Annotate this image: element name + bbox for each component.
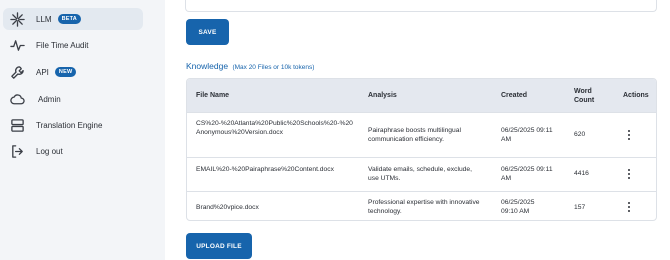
- word-count-cell: 620: [574, 131, 586, 138]
- created-cell: 06/25/2025 09:10 AM: [501, 199, 535, 215]
- beta-badge: BETA: [57, 14, 81, 24]
- created-cell: 06/25/2025 09:11 AM: [501, 127, 553, 143]
- sidebar-item-log-out[interactable]: Log out: [3, 140, 143, 162]
- column-header-created: Created: [501, 92, 528, 99]
- word-count-cell: 157: [574, 204, 586, 211]
- created-cell: 06/25/2025 09:11 AM: [501, 166, 553, 182]
- prompt-text-area[interactable]: [185, 0, 657, 12]
- sidebar-item-label: File Time Audit: [36, 40, 89, 50]
- server-icon: [9, 117, 25, 133]
- knowledge-files-table: File Name Analysis Created Word Count Ac…: [186, 78, 657, 221]
- row-actions-menu-icon[interactable]: [624, 167, 634, 181]
- sidebar-item-label: LLM: [36, 14, 52, 24]
- sidebar-item-llm[interactable]: LLM BETA: [3, 8, 143, 30]
- word-count-cell: 4416: [574, 170, 589, 177]
- sidebar-item-api[interactable]: API NEW: [3, 61, 143, 83]
- column-header-actions: Actions: [623, 92, 649, 99]
- sidebar: LLM BETA File Time Audit API NEW Admin T…: [0, 0, 165, 260]
- sidebar-item-translation-engine[interactable]: Translation Engine: [3, 114, 143, 136]
- sidebar-item-file-time-audit[interactable]: File Time Audit: [3, 34, 143, 56]
- new-badge: NEW: [54, 67, 77, 77]
- wrench-icon: [9, 64, 25, 80]
- main-content: SAVE Knowledge (Max 20 Files or 10k toke…: [165, 0, 670, 260]
- knowledge-limit-note: (Max 20 Files or 10k tokens): [232, 64, 315, 71]
- file-name-cell: CS%20-%20Atlanta%20Public%20Schools%20-%…: [196, 120, 353, 136]
- save-button[interactable]: SAVE: [186, 19, 229, 45]
- sidebar-item-label: Log out: [36, 146, 63, 156]
- analysis-cell: Professional expertise with innovative t…: [368, 199, 480, 215]
- row-actions-menu-icon[interactable]: [624, 128, 634, 142]
- network-sparkle-icon: [9, 11, 25, 27]
- cloud-icon: [9, 91, 25, 107]
- column-header-word-count: Word Count: [574, 88, 595, 104]
- sidebar-item-label: API: [36, 67, 49, 77]
- knowledge-heading: Knowledge (Max 20 Files or 10k tokens): [186, 61, 314, 71]
- table-row: EMAIL%20-%20Pairaphrase%20Content.docx V…: [187, 157, 656, 191]
- knowledge-title: Knowledge: [186, 61, 229, 71]
- file-name-cell: Brand%20vpice.docx: [196, 204, 259, 211]
- table-row: Brand%20vpice.docx Professional expertis…: [187, 191, 656, 220]
- upload-file-button[interactable]: UPLOAD FILE: [186, 233, 252, 259]
- sidebar-item-label: Admin: [38, 94, 61, 104]
- sidebar-item-admin[interactable]: Admin: [3, 88, 143, 110]
- table-row: CS%20-%20Atlanta%20Public%20Schools%20-%…: [187, 112, 656, 157]
- table-header: File Name Analysis Created Word Count Ac…: [187, 79, 656, 112]
- column-header-analysis: Analysis: [368, 92, 397, 99]
- column-header-file-name: File Name: [196, 92, 230, 99]
- sidebar-item-label: Translation Engine: [36, 120, 103, 130]
- analysis-cell: Pairaphrase boosts multilingual communic…: [368, 127, 461, 143]
- analysis-cell: Validate emails, schedule, exclude, use …: [368, 166, 472, 182]
- row-actions-menu-icon[interactable]: [624, 200, 634, 214]
- logout-icon: [9, 143, 25, 159]
- activity-pulse-icon: [9, 37, 25, 53]
- file-name-cell: EMAIL%20-%20Pairaphrase%20Content.docx: [196, 166, 334, 173]
